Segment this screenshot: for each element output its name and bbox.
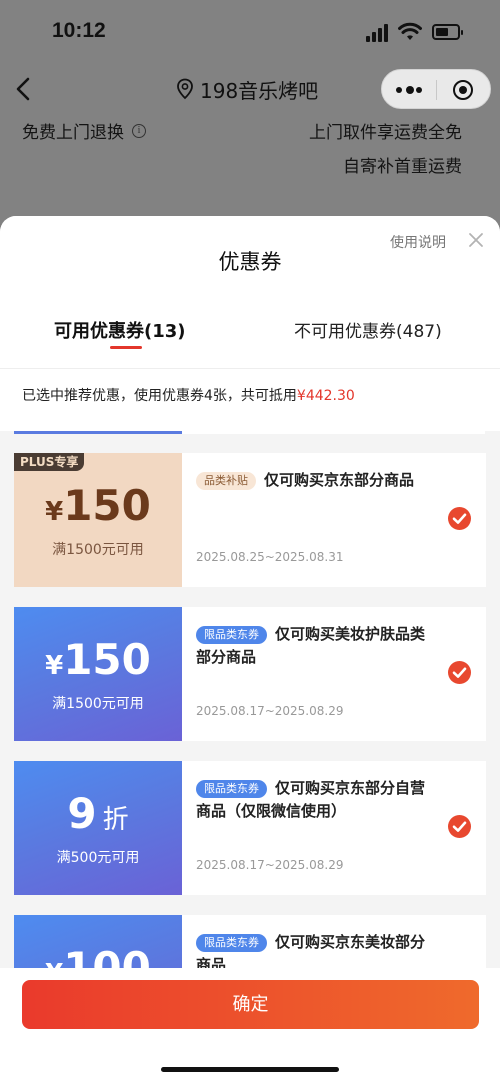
coupon-value-panel: PLUS专享 ¥150 满1500元可用 bbox=[14, 453, 182, 587]
active-tab-indicator bbox=[110, 346, 142, 349]
selected-check-icon[interactable] bbox=[448, 661, 471, 684]
coupon-detail-panel: 品类补贴 仅可购买京东部分商品 2025.08.25~2025.08.31 bbox=[182, 453, 486, 587]
coupon-badge: 限品类东券 bbox=[196, 934, 267, 952]
back-chevron-icon[interactable] bbox=[12, 74, 36, 104]
capsule-divider bbox=[436, 80, 437, 100]
coupon-amount-value: 150 bbox=[63, 481, 151, 530]
coupon-badge: 限品类东券 bbox=[196, 626, 267, 644]
location-pin-icon bbox=[177, 78, 193, 100]
mini-program-capsule bbox=[381, 69, 491, 109]
battery-level bbox=[436, 28, 448, 36]
pickup-shipping-text: 上门取件享运费全免 bbox=[309, 123, 462, 143]
info-icon[interactable]: i bbox=[132, 123, 146, 138]
selection-summary: 已选中推荐优惠，使用优惠券4张，共可抵用¥442.30 bbox=[0, 368, 500, 428]
coupon-sheet: 使用说明 优惠券 可用优惠券(13) 不可用优惠券(487) 已选中推荐优惠，使… bbox=[0, 216, 500, 1081]
status-bar: 10:12 bbox=[0, 0, 500, 64]
coupon-value-panel: ¥150 满1500元可用 bbox=[10, 607, 182, 741]
coupon-description: 品类补贴 仅可购买京东部分商品 bbox=[196, 469, 436, 492]
summary-amount: ¥442.30 bbox=[296, 388, 355, 404]
selected-check-icon[interactable] bbox=[448, 815, 471, 838]
sheet-header: 使用说明 优惠券 可用优惠券(13) 不可用优惠券(487) 已选中推荐优惠，使… bbox=[0, 216, 500, 431]
coupon-description: 限品类东券 仅可购买京东部分自营商品（仅限微信使用） bbox=[196, 777, 436, 823]
coupon-detail-panel: 限品类东券 仅可购买美妆护肤品类部分商品 2025.08.17~2025.08.2… bbox=[182, 607, 486, 741]
coupon-condition: 满1500元可用 bbox=[52, 542, 144, 558]
coupon-card[interactable]: ¥150 满1500元可用 限品类东券 仅可购买美妆护肤品类部分商品 2025.0… bbox=[10, 607, 486, 741]
wifi-icon bbox=[398, 22, 422, 40]
currency-symbol: ¥ bbox=[45, 497, 64, 527]
coupon-condition: 满500元可用 bbox=[56, 850, 140, 866]
previous-coupon-edge-right bbox=[182, 431, 485, 434]
coupon-card[interactable]: PLUS专享 ¥150 满1500元可用 品类补贴 仅可购买京东部分商品 2025… bbox=[14, 453, 486, 587]
more-dots-icon[interactable] bbox=[396, 86, 422, 94]
coupon-amount-value: 9 bbox=[67, 789, 97, 838]
cellular-signal-icon bbox=[366, 24, 390, 42]
tab-unavailable-coupons[interactable]: 不可用优惠券(487) bbox=[294, 317, 442, 342]
coupon-amount: 9折 bbox=[14, 789, 182, 838]
battery-icon bbox=[432, 24, 463, 40]
previous-coupon-edge bbox=[14, 431, 182, 434]
status-time: 10:12 bbox=[52, 19, 106, 42]
coupon-amount-value: 150 bbox=[63, 635, 151, 684]
coupon-detail-panel: 限品类东券 仅可购买京东部分自营商品（仅限微信使用） 2025.08.17~202… bbox=[182, 761, 486, 895]
coupon-condition: 满1500元可用 bbox=[52, 696, 144, 712]
coupon-card[interactable]: 9折 满500元可用 限品类东券 仅可购买京东部分自营商品（仅限微信使用） 202… bbox=[10, 761, 486, 895]
delivery-info: 免费上门退换 i 上门取件享运费全免 自寄补首重运费 bbox=[0, 114, 500, 224]
sheet-title: 优惠券 bbox=[218, 250, 282, 274]
confirm-button[interactable]: 确定 bbox=[22, 980, 479, 1029]
coupon-description-text: 仅可购买京东部分商品 bbox=[264, 471, 415, 489]
home-indicator bbox=[161, 1067, 339, 1072]
coupon-badge: 限品类东券 bbox=[196, 780, 267, 798]
coupon-validity-date: 2025.08.25~2025.08.31 bbox=[196, 550, 344, 564]
coupon-validity-date: 2025.08.17~2025.08.29 bbox=[196, 704, 344, 718]
coupon-badge: 品类补贴 bbox=[196, 472, 256, 490]
sheet-footer: 确定 bbox=[0, 968, 500, 1081]
store-name: 198音乐烤吧 bbox=[200, 78, 319, 103]
target-circle-icon[interactable] bbox=[453, 80, 473, 100]
coupon-value-panel: 9折 满500元可用 bbox=[10, 761, 182, 895]
coupon-amount: ¥150 bbox=[14, 481, 182, 530]
mini-program-header: 198音乐烤吧 bbox=[0, 64, 500, 114]
free-return-text: 免费上门退换 bbox=[22, 123, 124, 143]
coupon-validity-date: 2025.08.17~2025.08.29 bbox=[196, 858, 344, 872]
currency-symbol: ¥ bbox=[45, 651, 64, 681]
self-ship-text: 自寄补首重运费 bbox=[343, 157, 462, 177]
plus-exclusive-tag: PLUS专享 bbox=[14, 453, 85, 471]
discount-unit: 折 bbox=[102, 805, 129, 835]
store-title[interactable]: 198音乐烤吧 bbox=[176, 74, 318, 104]
coupon-amount: ¥150 bbox=[14, 635, 182, 684]
coupon-description: 限品类东券 仅可购买美妆护肤品类部分商品 bbox=[196, 623, 436, 669]
selected-check-icon[interactable] bbox=[448, 507, 471, 530]
tab-available-coupons[interactable]: 可用优惠券(13) bbox=[54, 317, 186, 343]
summary-text: 已选中推荐优惠，使用优惠券4张，共可抵用 bbox=[22, 388, 297, 404]
free-return-info: 免费上门退换 i bbox=[22, 118, 146, 143]
